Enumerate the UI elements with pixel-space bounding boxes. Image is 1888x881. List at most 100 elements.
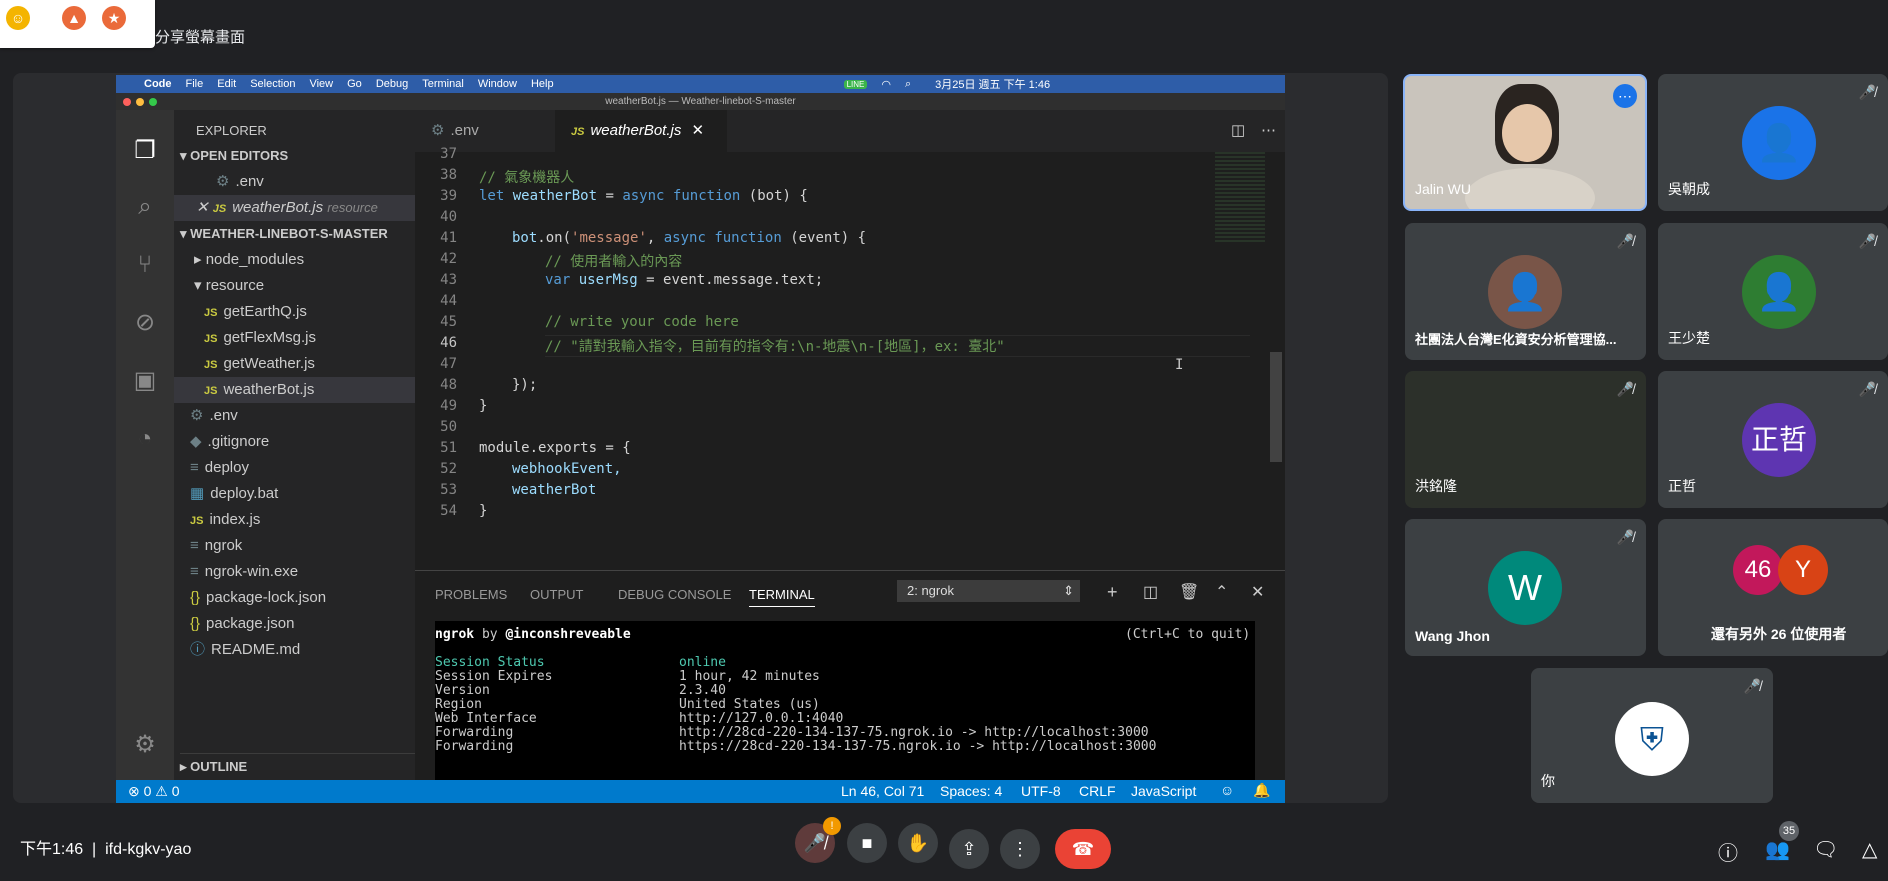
file-gitignore[interactable]: ◆ .gitignore — [190, 429, 431, 455]
code-editor[interactable]: 37 38 39 40 41 42 43 44 45 46 47 48 49 50 51 52 53 54 // … — [415, 146, 1285, 570]
extensions-icon[interactable]: ▣ — [130, 366, 160, 396]
minimize-window-button[interactable] — [136, 98, 144, 106]
participant-tile-org[interactable]: 🎤̸ 👤 社團法人台灣E化資安分析管理協... — [1405, 223, 1646, 360]
file-env[interactable]: ⚙ .env — [190, 403, 431, 429]
tab-weatherbot[interactable]: JS weatherBot.js ✕ — [555, 110, 727, 152]
chevron-right-icon: ▸ — [194, 251, 206, 268]
new-terminal-icon[interactable]: + — [1107, 582, 1118, 603]
folder-resource[interactable]: ▾ resource — [194, 273, 435, 299]
menu-terminal[interactable]: Terminal — [422, 78, 464, 90]
source-control-icon[interactable]: ⑂ — [130, 250, 160, 280]
bell-icon[interactable]: 🔔 — [1253, 782, 1270, 799]
more-participants-tile[interactable]: 46 Y 還有另外 26 位使用者 — [1658, 519, 1888, 656]
file-deploy-bat[interactable]: ▦ deploy.bat — [190, 481, 431, 507]
open-editors-header[interactable]: ▾ OPEN EDITORS — [180, 143, 421, 169]
explorer-icon[interactable]: ❐ — [130, 136, 160, 166]
code-line-42: // 使用者輸入的內容 — [545, 254, 683, 270]
cursor-position[interactable]: Ln 46, Col 71 — [841, 783, 924, 799]
file-ngrok-win[interactable]: ≡ ngrok-win.exe — [190, 559, 431, 585]
more-actions-icon[interactable]: ⋯ — [1245, 110, 1276, 152]
present-screen-button[interactable]: ⇪ — [949, 829, 989, 869]
chevron-up-icon[interactable]: ⌃ — [1215, 582, 1228, 602]
zoom-window-button[interactable] — [149, 98, 157, 106]
split-editor-icon[interactable]: ◫ — [1215, 110, 1245, 152]
camera-button[interactable]: ■ — [847, 823, 887, 863]
info-icon[interactable]: ⓘ — [1718, 837, 1738, 866]
more-options-icon[interactable]: ⋯ — [1613, 84, 1637, 108]
language-mode[interactable]: JavaScript — [1131, 783, 1196, 799]
editor-scrollbar[interactable] — [1270, 352, 1282, 462]
participant-tile-jalin[interactable]: ⋯ Jalin WU — [1403, 74, 1647, 211]
end-call-button[interactable]: ☎ — [1055, 829, 1111, 869]
search-icon[interactable]: ⌕ — [905, 78, 911, 91]
file-package-lock[interactable]: {} package-lock.json — [190, 585, 431, 611]
people-icon[interactable]: 👥 35 — [1765, 821, 1799, 862]
mac-menu-bar: Code File Edit Selection View Go Debug T… — [116, 75, 1285, 93]
participant-tile-wu[interactable]: 🎤̸ 👤 吳朝成 — [1658, 74, 1888, 211]
close-panel-icon[interactable]: ✕ — [1251, 582, 1264, 602]
file-getweather[interactable]: JS getWeather.js — [204, 351, 445, 377]
encoding[interactable]: UTF-8 — [1021, 783, 1061, 799]
settings-gear-icon[interactable]: ⚙ — [130, 730, 160, 760]
file-getearthq[interactable]: JS getEarthQ.js — [204, 299, 445, 325]
feedback-icon[interactable]: ☺ — [1220, 782, 1234, 798]
mic-off-button[interactable]: 🎤̸! — [795, 817, 841, 863]
menu-go[interactable]: Go — [347, 78, 362, 90]
minimap[interactable] — [1215, 152, 1265, 242]
line-app-icon[interactable]: LINE — [843, 79, 868, 89]
terminal-select[interactable]: 2: ngrok ⇕ — [897, 580, 1080, 602]
tab-debug-console[interactable]: DEBUG CONSOLE — [618, 587, 731, 602]
menu-debug[interactable]: Debug — [376, 78, 408, 90]
more-options-button[interactable]: ⋮ — [1000, 829, 1040, 869]
menu-help[interactable]: Help — [531, 78, 554, 90]
outline-header[interactable]: ▸ OUTLINE — [180, 753, 421, 779]
indentation[interactable]: Spaces: 4 — [940, 783, 1002, 799]
activities-icon[interactable]: △ — [1862, 837, 1877, 862]
terminal-output[interactable]: ngrok by @inconshreveable (Ctrl+C to qui… — [435, 621, 1255, 784]
close-icon[interactable]: ✕ — [196, 199, 213, 216]
raise-hand-button[interactable]: ✋ — [898, 823, 938, 863]
menu-selection[interactable]: Selection — [250, 78, 295, 90]
wifi-icon[interactable]: ◠ — [881, 78, 891, 91]
participant-tile-zhengzhe[interactable]: 🎤̸ 正哲 正哲 — [1658, 371, 1888, 508]
self-tile[interactable]: 🎤̸ ⛨ 你 — [1531, 668, 1773, 803]
folder-node-modules[interactable]: ▸ node_modules — [194, 247, 435, 273]
search-icon[interactable]: ⌕ — [130, 192, 160, 222]
tab-output[interactable]: OUTPUT — [530, 587, 583, 602]
triangle-icon[interactable]: ▲ — [62, 6, 86, 30]
open-editor-weatherbot[interactable]: ✕ JS weatherBot.js resource — [174, 195, 415, 221]
participant-tile-wangjhon[interactable]: 🎤̸ W Wang Jhon — [1405, 519, 1646, 656]
file-readme[interactable]: ⓘ README.md — [190, 637, 431, 663]
menu-view[interactable]: View — [309, 78, 333, 90]
tab-terminal[interactable]: TERMINAL — [749, 587, 815, 607]
debug-icon[interactable]: ⊘ — [130, 308, 160, 338]
menu-window[interactable]: Window — [478, 78, 517, 90]
file-index[interactable]: JS index.js — [190, 507, 431, 533]
close-icon[interactable]: ✕ — [692, 122, 705, 139]
tab-problems[interactable]: PROBLEMS — [435, 587, 507, 602]
file-ngrok[interactable]: ≡ ngrok — [190, 533, 431, 559]
file-getflexmsg[interactable]: JS getFlexMsg.js — [204, 325, 445, 351]
chat-icon[interactable]: 🗨 — [1813, 837, 1838, 862]
close-window-button[interactable] — [123, 98, 131, 106]
menu-file[interactable]: File — [186, 78, 204, 90]
extension-icon[interactable]: ☺ — [6, 6, 30, 30]
remote-icon[interactable]: ◔ — [130, 424, 160, 454]
star-icon[interactable]: ★ — [102, 6, 126, 30]
bottom-panel: PROBLEMS OUTPUT DEBUG CONSOLE TERMINAL 2… — [415, 570, 1285, 784]
line-ending[interactable]: CRLF — [1079, 783, 1116, 799]
trash-icon[interactable]: 🗑 — [1179, 582, 1199, 602]
participant-tile-hong[interactable]: 🎤̸ 洪銘隆 — [1405, 371, 1646, 508]
menu-code[interactable]: Code — [144, 78, 172, 90]
code-line-52: webhookEvent, — [512, 461, 622, 477]
project-header[interactable]: ▾ WEATHER-LINEBOT-S-MASTER — [180, 221, 421, 247]
menu-edit[interactable]: Edit — [217, 78, 236, 90]
gear-icon: ⚙ — [216, 173, 230, 190]
terminal-value: http://28cd-220-134-137-75.ngrok.io -> h… — [679, 725, 1149, 740]
file-deploy[interactable]: ≡ deploy — [190, 455, 431, 481]
problems-status[interactable]: ⊗ 0 ⚠ 0 — [128, 783, 180, 800]
file-weatherbot[interactable]: JS weatherBot.js — [174, 377, 415, 403]
file-package[interactable]: {} package.json — [190, 611, 431, 637]
participant-tile-wang[interactable]: 🎤̸ 👤 王少楚 — [1658, 223, 1888, 360]
split-terminal-icon[interactable]: ◫ — [1143, 582, 1158, 602]
